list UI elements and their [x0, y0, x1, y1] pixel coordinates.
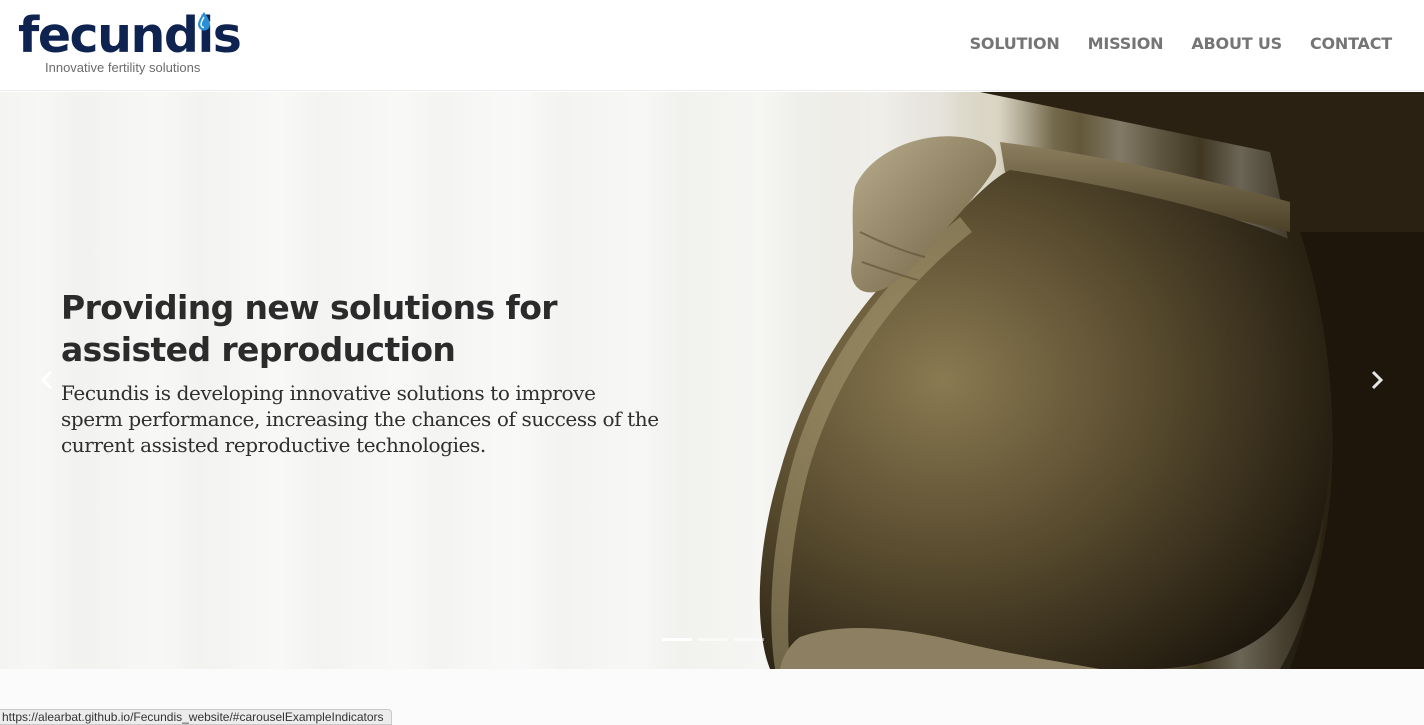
nav-link-solution[interactable]: SOLUTION [970, 34, 1060, 53]
carousel-indicator-1[interactable] [662, 638, 692, 641]
nav-item-about-us: ABOUT US [1191, 34, 1282, 54]
hero-text: Fecundis is developing innovative soluti… [61, 381, 659, 457]
browser-status-url: https://alearbat.github.io/Fecundis_webs… [0, 709, 392, 725]
nav-item-solution: SOLUTION [970, 34, 1060, 54]
nav-item-mission: MISSION [1088, 34, 1164, 54]
page: fecundis Innovative fertility solutions … [0, 0, 1424, 725]
carousel-next-button[interactable] [1362, 362, 1392, 398]
nav-link-about-us[interactable]: ABOUT US [1191, 34, 1282, 53]
brand-logo[interactable]: fecundis Innovative fertility solutions [18, 8, 263, 80]
hero-title: Providing new solutions for assisted rep… [61, 288, 558, 369]
carousel-indicators [662, 638, 764, 641]
top-navbar: fecundis Innovative fertility solutions … [0, 0, 1424, 91]
nav-item-contact: CONTACT [1310, 34, 1392, 54]
drop-icon [198, 12, 210, 31]
hero-carousel: Providing new solutions for assisted rep… [0, 92, 1424, 669]
carousel-prev-button[interactable] [32, 362, 62, 398]
chevron-right-icon [1371, 370, 1384, 390]
chevron-left-icon [40, 370, 53, 390]
nav-link-mission[interactable]: MISSION [1088, 34, 1164, 53]
main-nav: SOLUTION MISSION ABOUT US CONTACT [970, 34, 1393, 54]
hero-caption: Providing new solutions for assisted rep… [61, 287, 661, 458]
brand-tagline: Innovative fertility solutions [45, 60, 201, 75]
carousel-indicator-2[interactable] [698, 638, 728, 641]
nav-link-contact[interactable]: CONTACT [1310, 34, 1392, 53]
carousel-indicator-3[interactable] [734, 638, 764, 641]
